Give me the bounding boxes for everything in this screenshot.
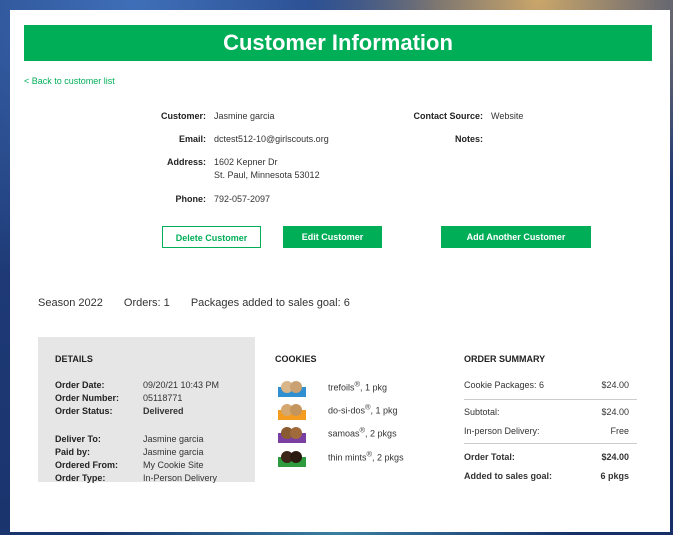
phone-label: Phone: (175, 194, 207, 204)
delete-customer-button[interactable]: Delete Customer (162, 226, 261, 248)
orders-count: Orders: 1 (123, 297, 170, 309)
order-summary-heading: ORDER SUMMARY (464, 354, 546, 364)
contact-source-value: Website (491, 111, 524, 121)
cookie-qty: , 1 pkg (370, 405, 398, 416)
address-line2: St. Paul, Minnesota 53012 (214, 170, 320, 180)
order-number-label: Order Number: (55, 393, 120, 403)
ordered-from-label: Ordered From: (55, 460, 119, 470)
order-type: In-Person Delivery (143, 473, 218, 483)
order-type-label: Order Type: (55, 473, 106, 483)
order-number: 05118771 (143, 393, 183, 403)
cookie-packages-label: Cookie Packages: 6 (464, 380, 545, 390)
sales-goal-row: Added to sales goal: 6 pkgs (464, 471, 629, 481)
season-summary: Season 2022 Orders: 1 Packages added to … (38, 297, 368, 309)
cookie-item-do-si-dos: do-si-dos®, 1 pkg (278, 402, 398, 420)
add-another-customer-button[interactable]: Add Another Customer (441, 226, 591, 248)
trefoils-box-icon (278, 379, 306, 397)
customer-name: Jasmine garcia (214, 111, 275, 121)
divider (464, 443, 637, 444)
address-label: Address: (166, 157, 206, 167)
cookie-qty: , 2 pkgs (372, 452, 404, 463)
page-title: Customer Information (24, 25, 652, 61)
edit-customer-button[interactable]: Edit Customer (283, 226, 382, 248)
samoas-box-icon (278, 425, 306, 443)
contact-source-label: Contact Source: (413, 111, 483, 121)
delivery-label: In-person Delivery: (464, 426, 540, 436)
cookie-name: samoas (328, 428, 360, 439)
cookie-item-thin-mints: thin mints®, 2 pkgs (278, 449, 404, 467)
cookie-qty: , 1 pkg (360, 382, 388, 393)
order-date: 09/20/21 10:43 PM (143, 380, 220, 390)
email-label: Email: (178, 134, 206, 144)
email-value: dctest512-10@girlscouts.org (214, 134, 329, 144)
paid-by: Jasmine garcia (143, 447, 204, 457)
thin-mints-box-icon (278, 449, 306, 467)
back-to-customer-list-link[interactable]: < Back to customer list (24, 76, 115, 86)
address-line1: 1602 Kepner Dr (214, 157, 278, 167)
cookies-heading: COOKIES (275, 354, 317, 364)
cookie-item-samoas: samoas®, 2 pkgs (278, 425, 397, 443)
deliver-to: Jasmine garcia (143, 434, 204, 444)
delivery-row: In-person Delivery: Free (464, 426, 629, 436)
cookie-name: thin mints (328, 452, 367, 463)
do-si-dos-box-icon (278, 402, 306, 420)
cookie-name: trefoils (328, 382, 355, 393)
phone-value: 792-057-2097 (214, 194, 271, 204)
cookie-item-trefoils: trefoils®, 1 pkg (278, 379, 387, 397)
order-total-label: Order Total: (464, 452, 515, 462)
subtotal-row: Subtotal: $24.00 (464, 407, 629, 417)
paid-by-label: Paid by: (55, 447, 91, 457)
details-heading: DETAILS (55, 354, 93, 364)
total-row: Order Total: $24.00 (464, 452, 629, 462)
order-total-value: $24.00 (601, 452, 629, 462)
divider (464, 399, 637, 400)
packages-goal: Packages added to sales goal: 6 (190, 297, 350, 309)
cookie-qty: , 2 pkgs (365, 428, 397, 439)
deliver-to-label: Deliver To: (55, 434, 101, 444)
ordered-from: My Cookie Site (143, 460, 204, 470)
cookie-packages-value: $24.00 (601, 380, 629, 390)
sales-goal-label: Added to sales goal: (464, 471, 553, 481)
order-status: Delivered (143, 406, 184, 416)
customer-label: Customer: (160, 111, 206, 121)
subtotal-value: $24.00 (601, 407, 629, 417)
order-date-label: Order Date: (55, 380, 105, 390)
subtotal-label: Subtotal: (464, 407, 500, 417)
order-status-label: Order Status: (55, 406, 113, 416)
cookie-packages-row: Cookie Packages: 6 $24.00 (464, 380, 629, 390)
delivery-value: Free (610, 426, 629, 436)
sales-goal-value: 6 pkgs (600, 471, 629, 481)
cookie-name: do-si-dos (328, 405, 366, 416)
season-label: Season 2022 (38, 297, 103, 309)
notes-label: Notes: (454, 134, 483, 144)
